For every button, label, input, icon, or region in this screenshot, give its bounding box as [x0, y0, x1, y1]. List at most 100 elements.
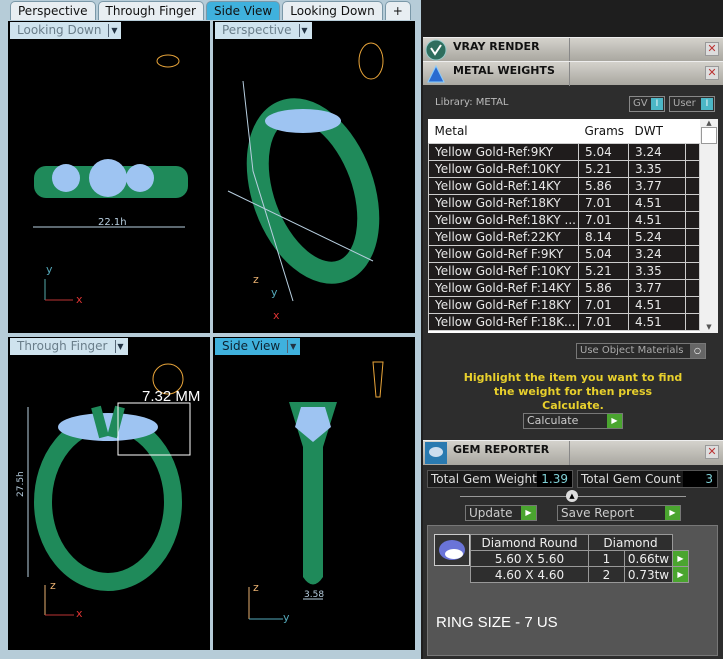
total-gem-count-value: 3 [683, 471, 717, 487]
user-toggle[interactable]: User I [669, 96, 715, 112]
save-report-button[interactable]: Save Report ▶ [557, 505, 681, 521]
tab-side-view[interactable]: Side View [206, 1, 281, 20]
viewport-perspective[interactable]: z y x Perspective ▼ [213, 21, 415, 333]
play-icon: ▶ [521, 506, 536, 520]
tab-through-finger[interactable]: Through Finger [97, 1, 204, 20]
table-row[interactable]: Yellow Gold-Ref:18KY 7.01 4.51 [428, 193, 700, 212]
metal-name: Yellow Gold-Ref:18KY [428, 193, 579, 212]
grams: 5.04 [578, 244, 629, 263]
close-icon[interactable]: ✕ [705, 445, 719, 459]
gem-size: 4.60 X 4.60 [470, 566, 589, 583]
tab-perspective[interactable]: Perspective [10, 1, 96, 20]
ring-perspective-view: z y x [227, 42, 384, 322]
close-icon[interactable]: ✕ [705, 66, 719, 80]
table-row[interactable]: Yellow Gold-Ref:22KY 8.14 5.24 [428, 227, 700, 246]
viewport-area: Perspective Through Finger Side View Loo… [0, 0, 421, 659]
width-dimension: 22.1h [98, 217, 127, 228]
select-gem-button[interactable]: ▶ [672, 550, 689, 567]
table-row[interactable]: Yellow Gold-Ref F:9KY 5.04 3.24 [428, 244, 700, 263]
dwt: 5.24 [628, 227, 686, 246]
tab-looking-down[interactable]: Looking Down [282, 1, 383, 20]
row-spacer [685, 278, 700, 297]
axis-z-label: z [253, 581, 259, 594]
metal-weights-header[interactable]: METAL WEIGHTS ✕ [423, 61, 723, 86]
metal-name: Yellow Gold-Ref F:18KY [428, 295, 579, 314]
dropdown-arrow-icon[interactable]: ▼ [287, 340, 298, 353]
add-tab-button[interactable]: + [384, 1, 411, 20]
viewport-label: Looking Down [17, 23, 102, 37]
gem-row[interactable]: 5.60 X 5.60 1 0.66tw ▶ [470, 550, 689, 567]
ring-side-view: 3.58 z y [248, 361, 384, 624]
update-label: Update [469, 506, 513, 520]
thickness-dimension: 3.58 [304, 590, 324, 600]
table-row[interactable]: Yellow Gold-Ref F:18KY 7.01 4.51 [428, 295, 700, 314]
panel-title: VRAY RENDER [453, 40, 540, 53]
table-row[interactable]: Yellow Gold-Ref:14KY 5.86 3.77 [428, 176, 700, 195]
gv-toggle[interactable]: GV I [629, 96, 665, 112]
grams: 5.21 [578, 159, 629, 178]
viewport-menu-looking-down[interactable]: Looking Down ▼ [10, 22, 122, 39]
axis-x-label: x [76, 293, 83, 306]
table-scrollbar[interactable]: ▲ ▼ [700, 119, 718, 333]
grams: 7.01 [578, 210, 629, 229]
toggle-indicator: I [701, 98, 713, 110]
vray-render-header[interactable]: VRAY RENDER ✕ [423, 37, 723, 62]
dwt: 3.77 [628, 176, 686, 195]
gem-reporter-header[interactable]: GEM REPORTER ✕ [423, 440, 723, 465]
viewport-side-view[interactable]: 3.58 z y Side View ▼ [213, 337, 415, 650]
update-button[interactable]: Update ▶ [465, 505, 537, 521]
viewport-menu-side-view[interactable]: Side View ▼ [215, 338, 301, 355]
table-row[interactable]: Yellow Gold-Ref F:10KY 5.21 3.35 [428, 261, 700, 280]
ring-size-label: RING SIZE - 7 US [436, 614, 558, 631]
gem-report-icon [425, 442, 447, 464]
axis-z-label: z [253, 273, 259, 286]
metal-name: Yellow Gold-Ref F:9KY [428, 244, 579, 263]
dwt: 4.51 [628, 193, 686, 212]
gem-count: 1 [588, 550, 625, 567]
metal-name: Yellow Gold-Ref F:10KY [428, 261, 579, 280]
table-row[interactable]: Yellow Gold-Ref F:18K... 7.01 4.51 [428, 312, 700, 331]
column-grams[interactable]: Grams [579, 119, 629, 143]
column-metal[interactable]: Metal [429, 119, 579, 143]
metal-name: Yellow Gold-Ref:10KY [428, 159, 579, 178]
total-gem-weight: Total Gem Weight 1.39 [427, 470, 573, 488]
axis-y-label: y [46, 263, 53, 276]
collapse-handle[interactable]: ▲ [566, 490, 578, 502]
table-row[interactable]: Yellow Gold-Ref:9KY 5.04 3.24 [428, 142, 700, 161]
save-report-label: Save Report [561, 506, 635, 520]
table-row[interactable]: Yellow Gold-Ref:18KY ... 7.01 4.51 [428, 210, 700, 229]
gem-shape: Diamond Round [470, 534, 589, 551]
dropdown-arrow-icon[interactable]: ▼ [108, 24, 119, 37]
total-gem-count: Total Gem Count 3 [577, 470, 718, 488]
ring-front-view: 27.5h 7.32 MM z x [16, 363, 200, 620]
dwt: 3.35 [628, 159, 686, 178]
viewport-label: Through Finger [17, 339, 108, 353]
grams: 5.86 [578, 278, 629, 297]
toggle-indicator: I [651, 98, 663, 110]
metal-name: Yellow Gold-Ref:18KY ... [428, 210, 579, 229]
viewport-through-finger[interactable]: 27.5h 7.32 MM z x Through Finger ▼ [8, 337, 210, 650]
column-dwt[interactable]: DWT [629, 119, 686, 143]
gem-size: 5.60 X 5.60 [470, 550, 589, 567]
dwt: 3.24 [628, 142, 686, 161]
grams: 7.01 [578, 193, 629, 212]
viewport-menu-through-finger[interactable]: Through Finger ▼ [10, 338, 128, 355]
viewport-looking-down[interactable]: 22.1h y x Looking Down ▼ [8, 21, 210, 333]
total-gem-count-label: Total Gem Count [581, 472, 681, 486]
row-spacer [685, 227, 700, 246]
row-spacer [685, 261, 700, 280]
table-row[interactable]: Yellow Gold-Ref F:14KY 5.86 3.77 [428, 278, 700, 297]
dropdown-arrow-icon[interactable]: ▼ [298, 24, 310, 37]
viewport-menu-perspective[interactable]: Perspective ▼ [215, 22, 312, 39]
axis-y-label: y [283, 611, 290, 624]
axis-z-label: z [50, 579, 56, 592]
close-icon[interactable]: ✕ [705, 42, 719, 56]
table-row[interactable]: Yellow Gold-Ref:10KY 5.21 3.35 [428, 159, 700, 178]
row-spacer [685, 176, 700, 195]
use-object-materials-toggle[interactable]: Use Object Materials ○ [576, 343, 706, 359]
dropdown-arrow-icon[interactable]: ▼ [114, 340, 126, 353]
dwt: 3.35 [628, 261, 686, 280]
select-gem-button[interactable]: ▶ [672, 566, 689, 583]
calculate-button[interactable]: Calculate ▶ [523, 413, 623, 429]
gem-row[interactable]: 4.60 X 4.60 2 0.73tw ▶ [470, 566, 689, 583]
